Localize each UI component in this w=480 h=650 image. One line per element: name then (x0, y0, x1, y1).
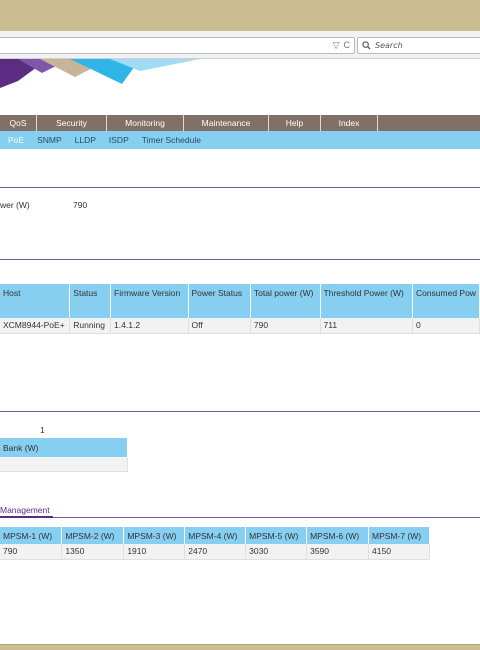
cell-host: XCM8944-PoE+ (0, 318, 71, 334)
subnav-lldp[interactable]: LLDP (75, 135, 96, 145)
subnav-timer-schedule[interactable]: Timer Schedule (142, 135, 201, 145)
bank-table: Bank (W) (0, 438, 128, 472)
magnifier-icon (362, 41, 371, 50)
cell-mpsm-1: 790 (0, 544, 63, 560)
address-bar[interactable]: ▽ C (0, 37, 355, 54)
nav-maintenance[interactable]: Maintenance (184, 115, 269, 131)
cell-firmware: 1.4.1.2 (110, 318, 189, 334)
nav-index[interactable]: Index (321, 115, 378, 131)
nav-qos[interactable]: QoS (0, 115, 37, 131)
nav-security[interactable]: Security (37, 115, 107, 131)
cell-mpsm-5: 3030 (245, 544, 308, 560)
table-row: 790 1350 1910 2470 3030 3590 4150 (0, 544, 430, 560)
table-row (0, 457, 128, 472)
main-nav: QoS Security Monitoring Maintenance Help… (0, 115, 480, 131)
web-page: QoS Security Monitoring Maintenance Help… (0, 59, 480, 644)
search-input[interactable]: Search (357, 37, 480, 54)
tab-divider (0, 517, 480, 518)
reload-icon[interactable]: C (344, 40, 351, 51)
section-divider (0, 259, 480, 260)
col-host: Host (0, 284, 71, 301)
col-threshold-power: Threshold Power (W) (320, 284, 413, 301)
col-mpsm-4: MPSM-4 (W) (184, 527, 247, 544)
cell-mpsm-4: 2470 (184, 544, 247, 560)
cell-threshold-power: 711 (320, 318, 413, 334)
browser-toolbar: ▽ C Search (0, 31, 480, 59)
tab-active-indicator (0, 516, 53, 518)
col-mpsm-2: MPSM-2 (W) (61, 527, 125, 544)
col-mpsm-6: MPSM-6 (W) (306, 527, 370, 544)
section-divider (0, 187, 480, 188)
tab-management[interactable]: Management (0, 505, 50, 515)
unit-power-table: Host Status Firmware Version Power Statu… (0, 284, 480, 334)
nav-help[interactable]: Help (269, 115, 321, 131)
cell-status: Running (69, 318, 112, 334)
bank-count: 1 (40, 425, 45, 435)
subnav-snmp[interactable]: SNMP (37, 135, 62, 145)
col-firmware: Firmware Version (110, 284, 189, 301)
cell-mpsm-7: 4150 (368, 544, 430, 560)
section-divider (0, 411, 480, 412)
browser-frame-bottom (0, 644, 480, 650)
mpsm-table: MPSM-1 (W) MPSM-2 (W) MPSM-3 (W) MPSM-4 … (0, 527, 430, 560)
cell-power-status: Off (188, 318, 251, 334)
col-bank: Bank (W) (0, 438, 128, 457)
col-status: Status (69, 284, 112, 301)
cell-mpsm-6: 3590 (306, 544, 370, 560)
brand-banner (0, 59, 200, 88)
power-value: 790 (73, 200, 88, 210)
cell-consumed-power: 0 (412, 318, 480, 334)
nav-monitoring[interactable]: Monitoring (107, 115, 184, 131)
browser-frame-top (0, 0, 480, 31)
table-row: XCM8944-PoE+ Running 1.4.1.2 Off 790 711… (0, 318, 480, 334)
cell-total-power: 790 (250, 318, 321, 334)
power-label: wer (W) (0, 200, 30, 210)
col-mpsm-1: MPSM-1 (W) (0, 527, 63, 544)
col-total-power: Total power (W) (250, 284, 321, 301)
col-mpsm-3: MPSM-3 (W) (123, 527, 186, 544)
sub-nav: PoE SNMP LLDP ISDP Timer Schedule (0, 131, 480, 149)
col-power-status: Power Status (188, 284, 251, 301)
col-consumed-power: Consumed Pow (412, 284, 480, 301)
subnav-poe[interactable]: PoE (8, 135, 24, 145)
col-mpsm-7: MPSM-7 (W) (368, 527, 430, 544)
cell-mpsm-3: 1910 (123, 544, 186, 560)
cell-mpsm-2: 1350 (61, 544, 125, 560)
col-mpsm-5: MPSM-5 (W) (245, 527, 308, 544)
dropdown-arrow-icon[interactable]: ▽ (333, 40, 340, 51)
search-placeholder: Search (375, 41, 403, 50)
subnav-isdp[interactable]: ISDP (109, 135, 129, 145)
